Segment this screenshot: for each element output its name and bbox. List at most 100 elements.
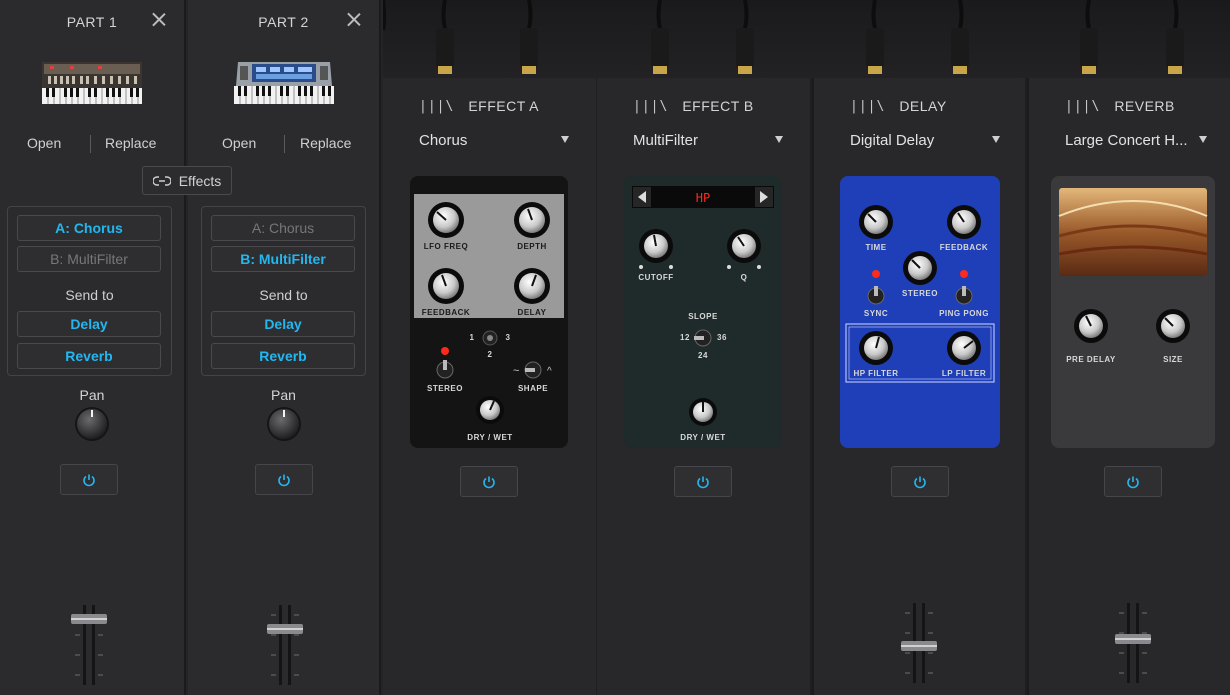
effect-b-toggle[interactable]: B: MultiFilter <box>211 246 355 272</box>
preset-dropdown[interactable]: Digital Delay <box>850 132 1000 152</box>
digital-delay-pedal: TIME FEEDBACK STEREO SYNC PING PONG HP F… <box>840 176 1000 448</box>
switch-label: 2 <box>488 350 493 359</box>
replace-link[interactable]: Replace <box>300 135 351 151</box>
reverb-return-fader[interactable] <box>1113 603 1153 683</box>
slot-title: EFFECT A <box>468 98 539 114</box>
effects-routing-box: A: Chorus B: MultiFilter Send to Delay R… <box>201 206 366 376</box>
stereo-knob[interactable] <box>903 251 937 285</box>
power-button[interactable] <box>60 464 118 495</box>
link-icon <box>152 175 171 186</box>
chorus-pedal: LFO FREQ DEPTH FEEDBACK DELAY 1 2 3 STER… <box>410 176 568 448</box>
power-button[interactable] <box>255 464 313 495</box>
power-icon <box>697 476 709 488</box>
replace-link[interactable]: Replace <box>105 135 156 151</box>
patch-cables <box>381 0 1184 74</box>
part-strip-2: PART 2 Open Replace A: Chorus B: MultiFi… <box>188 0 381 695</box>
effect-a-toggle[interactable]: A: Chorus <box>17 215 161 241</box>
open-link[interactable]: Open <box>222 135 256 151</box>
preset-name: Chorus <box>419 132 468 149</box>
effect-b-toggle[interactable]: B: MultiFilter <box>17 246 161 272</box>
send-reverb-toggle[interactable]: Reverb <box>17 343 161 369</box>
effect-a-toggle[interactable]: A: Chorus <box>211 215 355 241</box>
stereo-led <box>441 347 449 355</box>
sine-icon: ~ <box>513 365 519 377</box>
send-delay-toggle[interactable]: Delay <box>17 311 161 337</box>
synth-thumbnail[interactable] <box>40 58 144 108</box>
rack-icon: |||\ <box>419 98 455 114</box>
mode-switch[interactable] <box>482 330 498 346</box>
power-icon <box>1127 476 1139 488</box>
slot-title: DELAY <box>899 98 947 114</box>
open-link[interactable]: Open <box>27 135 61 151</box>
power-button[interactable] <box>1104 466 1162 497</box>
fx-slot-effect-b: |||\ EFFECT B MultiFilter HP CUTOFF Q SL… <box>597 78 810 695</box>
knob-label: DEPTH <box>517 242 547 251</box>
control-label: SHAPE <box>518 384 548 393</box>
knob-label: PRE DELAY <box>1066 355 1116 364</box>
dry-wet-knob[interactable] <box>476 396 504 424</box>
power-icon <box>278 474 290 486</box>
hp-filter-knob[interactable] <box>859 331 893 365</box>
send-reverb-toggle[interactable]: Reverb <box>211 343 355 369</box>
rack-icon: |||\ <box>1065 98 1101 114</box>
power-button[interactable] <box>891 466 949 497</box>
chevron-down-icon <box>561 136 569 143</box>
cutoff-knob[interactable] <box>639 229 673 263</box>
knob-label: SIZE <box>1163 355 1183 364</box>
part-links: Open Replace <box>188 135 379 153</box>
knob-label: STEREO <box>902 289 938 298</box>
pan-knob[interactable] <box>266 406 302 442</box>
next-filter-button[interactable] <box>755 187 773 207</box>
q-knob[interactable] <box>727 229 761 263</box>
send-to-label: Send to <box>65 287 114 303</box>
slope-value: 24 <box>698 351 708 360</box>
volume-fader[interactable] <box>265 605 305 685</box>
slope-value: 36 <box>717 333 727 342</box>
part-strip-1: PART 1 Open Replace A: Chorus B: MultiFi… <box>0 0 186 695</box>
chevron-down-icon <box>1199 136 1207 143</box>
power-button[interactable] <box>460 466 518 497</box>
shape-switch[interactable] <box>524 361 542 379</box>
part-links: Open Replace <box>0 135 184 153</box>
knob-label: HP FILTER <box>853 369 898 378</box>
effects-link-button[interactable]: Effects <box>142 166 232 195</box>
delay-return-fader[interactable] <box>899 603 939 683</box>
slope-value: 12 <box>680 333 690 342</box>
preset-dropdown[interactable]: Large Concert H... <box>1065 132 1207 152</box>
feedback-knob[interactable] <box>947 205 981 239</box>
cable-plugs <box>436 0 1184 74</box>
lfo-freq-knob[interactable] <box>428 202 464 238</box>
synth-thumbnail[interactable] <box>232 58 336 108</box>
rack-icon: |||\ <box>850 98 886 114</box>
volume-fader[interactable] <box>69 605 109 685</box>
preset-name: Digital Delay <box>850 132 935 149</box>
send-delay-toggle[interactable]: Delay <box>211 311 355 337</box>
size-knob[interactable] <box>1156 309 1190 343</box>
knob-label: FEEDBACK <box>940 243 988 252</box>
filter-type-display: HP <box>696 191 710 205</box>
lp-filter-knob[interactable] <box>947 331 981 365</box>
knob-label: LFO FREQ <box>424 242 468 251</box>
delay-knob[interactable] <box>514 268 550 304</box>
feedback-knob[interactable] <box>428 268 464 304</box>
dry-wet-knob[interactable] <box>689 398 717 426</box>
close-icon[interactable] <box>347 12 361 26</box>
preset-dropdown[interactable]: MultiFilter <box>633 132 783 152</box>
time-knob[interactable] <box>859 205 893 239</box>
fx-slot-effect-a: |||\ EFFECT A Chorus LFO FREQ DEPTH FEED… <box>383 78 596 695</box>
close-icon[interactable] <box>152 12 166 26</box>
control-label: DRY / WET <box>680 433 725 442</box>
rack-icon: |||\ <box>633 98 669 114</box>
power-icon <box>483 476 495 488</box>
pan-knob[interactable] <box>74 406 110 442</box>
power-icon <box>83 474 95 486</box>
slot-header: |||\ DELAY <box>850 98 947 114</box>
preset-dropdown[interactable]: Chorus <box>419 132 569 152</box>
power-button[interactable] <box>674 466 732 497</box>
depth-knob[interactable] <box>514 202 550 238</box>
pre-delay-knob[interactable] <box>1074 309 1108 343</box>
prev-filter-button[interactable] <box>633 187 651 207</box>
fx-slot-delay: |||\ DELAY Digital Delay TIME FEEDBACK S… <box>812 78 1025 695</box>
pan-label: Pan <box>271 387 296 403</box>
slot-header: |||\ EFFECT A <box>419 98 539 114</box>
